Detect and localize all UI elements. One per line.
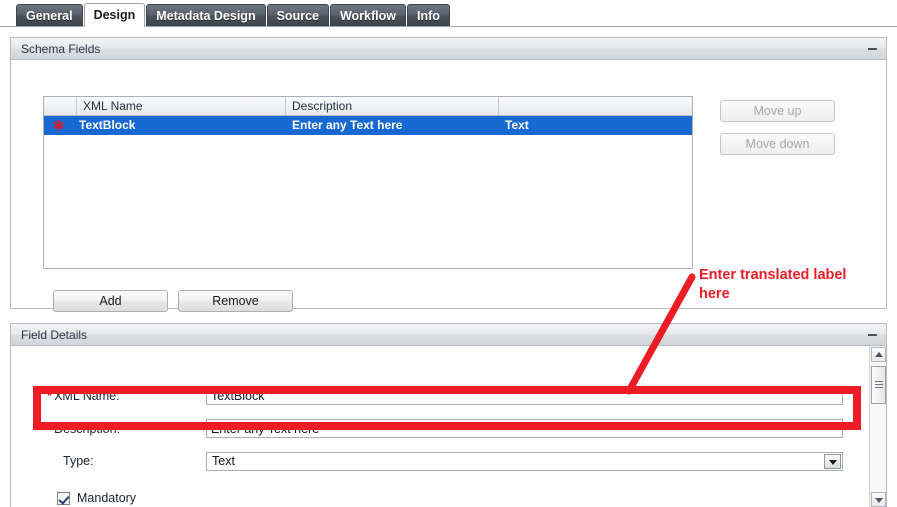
required-marker-icon: ✻ (53, 118, 64, 133)
table-row[interactable]: ✻ TextBlock Enter any Text here Text (44, 116, 692, 135)
field-details-title: Field Details (21, 328, 88, 342)
cell-xml-name: TextBlock (79, 118, 136, 132)
mandatory-checkbox[interactable] (57, 491, 70, 505)
field-details-scrollbar[interactable] (869, 346, 886, 507)
type-select[interactable]: Text (206, 452, 843, 471)
xml-name-input[interactable] (206, 386, 843, 405)
schema-fields-header: Schema Fields (11, 38, 886, 60)
scrollbar-thumb[interactable] (871, 366, 886, 404)
move-up-button[interactable]: Move up (720, 100, 835, 122)
tab-info[interactable]: Info (407, 4, 450, 26)
grid-header-row: XML Name Description (44, 97, 692, 116)
type-select-value: Text (212, 454, 235, 468)
mandatory-checkbox-row[interactable]: Mandatory (57, 491, 136, 505)
description-label: * Description: (47, 421, 121, 436)
tab-bar: General Design Metadata Design Source Wo… (0, 0, 897, 27)
description-required-icon: * (47, 421, 53, 436)
grid-col-xml-name[interactable]: XML Name (77, 97, 286, 115)
tab-source[interactable]: Source (266, 4, 329, 26)
schema-fields-collapse-icon[interactable] (865, 42, 880, 56)
annotation-text: Enter translated label here (699, 267, 847, 302)
add-button[interactable]: Add (53, 290, 168, 312)
app-root: General Design Metadata Design Source Wo… (0, 0, 897, 507)
scrollbar-grip-icon (875, 381, 883, 389)
cell-description: Enter any Text here (292, 118, 403, 132)
xml-name-required-icon: * (47, 388, 53, 403)
schema-fields-grid[interactable]: XML Name Description ✻ TextBlock Enter a… (43, 96, 693, 269)
remove-button[interactable]: Remove (178, 290, 293, 312)
description-input[interactable] (206, 419, 843, 438)
mandatory-checkbox-label: Mandatory (77, 491, 137, 505)
scroll-up-arrow-icon[interactable] (871, 347, 886, 362)
tab-workflow[interactable]: Workflow (329, 4, 407, 26)
scroll-down-arrow-icon[interactable] (871, 492, 886, 507)
xml-name-label: * XML Name: (47, 388, 120, 403)
grid-col-description[interactable]: Description (286, 97, 499, 115)
type-label: Type: (63, 454, 94, 468)
cell-type: Text (505, 118, 529, 132)
field-details-panel: Field Details *XML Name: *Description: T… (10, 323, 887, 507)
schema-fields-title: Schema Fields (21, 42, 101, 56)
tab-design[interactable]: Design (83, 3, 146, 27)
field-details-collapse-icon[interactable] (865, 328, 880, 342)
move-down-button[interactable]: Move down (720, 133, 835, 155)
field-details-header: Field Details (11, 324, 886, 346)
tab-general[interactable]: General (16, 4, 83, 26)
field-details-body: *XML Name: *Description: Type: Text Mand… (11, 346, 886, 507)
grid-col-type[interactable] (499, 97, 692, 115)
chevron-down-icon[interactable] (824, 454, 841, 469)
tab-metadata-design[interactable]: Metadata Design (146, 4, 266, 26)
tab-list: General Design Metadata Design Source Wo… (16, 3, 450, 27)
grid-col-marker[interactable] (44, 97, 77, 115)
